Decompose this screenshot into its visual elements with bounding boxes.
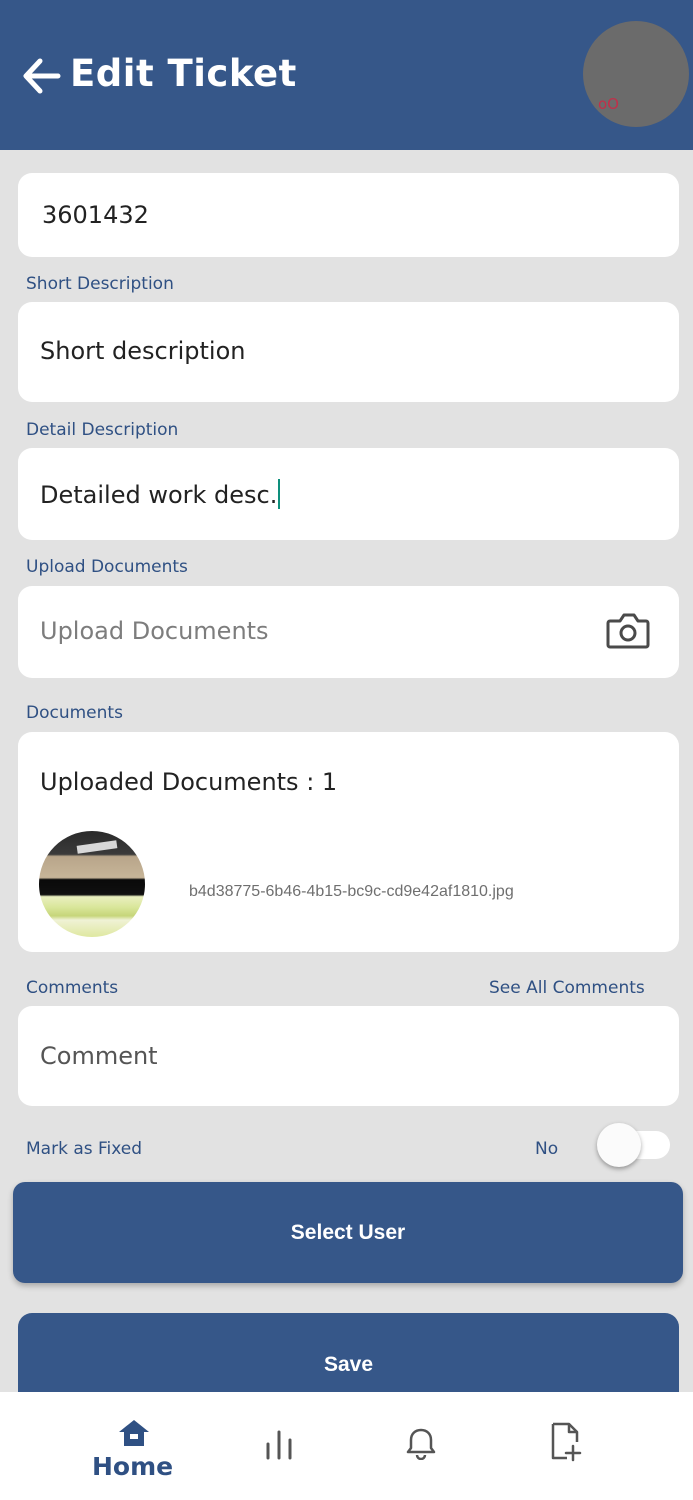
nav-home-label: Home (92, 1452, 174, 1481)
page-title: Edit Ticket (70, 52, 297, 95)
detail-description-input[interactable]: Detailed work desc. (18, 448, 679, 540)
documents-label: Documents (26, 703, 123, 723)
detail-description-label: Detail Description (26, 420, 179, 440)
comment-placeholder: Comment (40, 1042, 158, 1070)
detail-description-value: Detailed work desc. (40, 479, 281, 509)
mark-as-fixed-label: Mark as Fixed (26, 1139, 143, 1159)
comments-label: Comments (26, 978, 119, 998)
avatar-mark: oO (598, 95, 619, 113)
comment-input[interactable]: Comment (18, 1006, 679, 1106)
see-all-comments-link[interactable]: See All Comments (489, 978, 645, 998)
upload-documents-placeholder: Upload Documents (40, 617, 269, 645)
home-icon[interactable] (117, 1418, 151, 1448)
ticket-number-value: 3601432 (42, 201, 149, 229)
detail-description-text: Detailed work desc. (40, 481, 278, 509)
bottom-navigation: Home (0, 1392, 693, 1500)
uploaded-documents-heading: Uploaded Documents : 1 (40, 768, 338, 796)
documents-card: Uploaded Documents : 1 b4d38775-6b46-4b1… (18, 732, 679, 952)
camera-icon[interactable] (606, 612, 650, 650)
upload-documents-label: Upload Documents (26, 557, 188, 577)
mark-as-fixed-state: No (535, 1139, 559, 1159)
select-user-button[interactable]: Select User (13, 1182, 683, 1283)
short-description-label: Short Description (26, 274, 174, 294)
thumbnail-detail (76, 840, 118, 854)
arrow-left-icon[interactable] (20, 55, 62, 97)
bell-icon[interactable] (406, 1426, 436, 1460)
app-header: Edit Ticket oO (0, 0, 693, 150)
short-description-input[interactable]: Short description (18, 302, 679, 402)
add-file-icon[interactable] (549, 1422, 583, 1462)
upload-documents-input[interactable]: Upload Documents (18, 586, 679, 678)
document-filename[interactable]: b4d38775-6b46-4b15-bc9c-cd9e42af1810.jpg (189, 883, 514, 901)
toggle-knob[interactable] (597, 1123, 641, 1167)
bar-chart-icon[interactable] (264, 1428, 294, 1460)
short-description-value: Short description (40, 337, 246, 365)
document-thumbnail[interactable] (39, 831, 145, 937)
text-cursor (278, 479, 281, 509)
ticket-number-field[interactable]: 3601432 (18, 173, 679, 257)
